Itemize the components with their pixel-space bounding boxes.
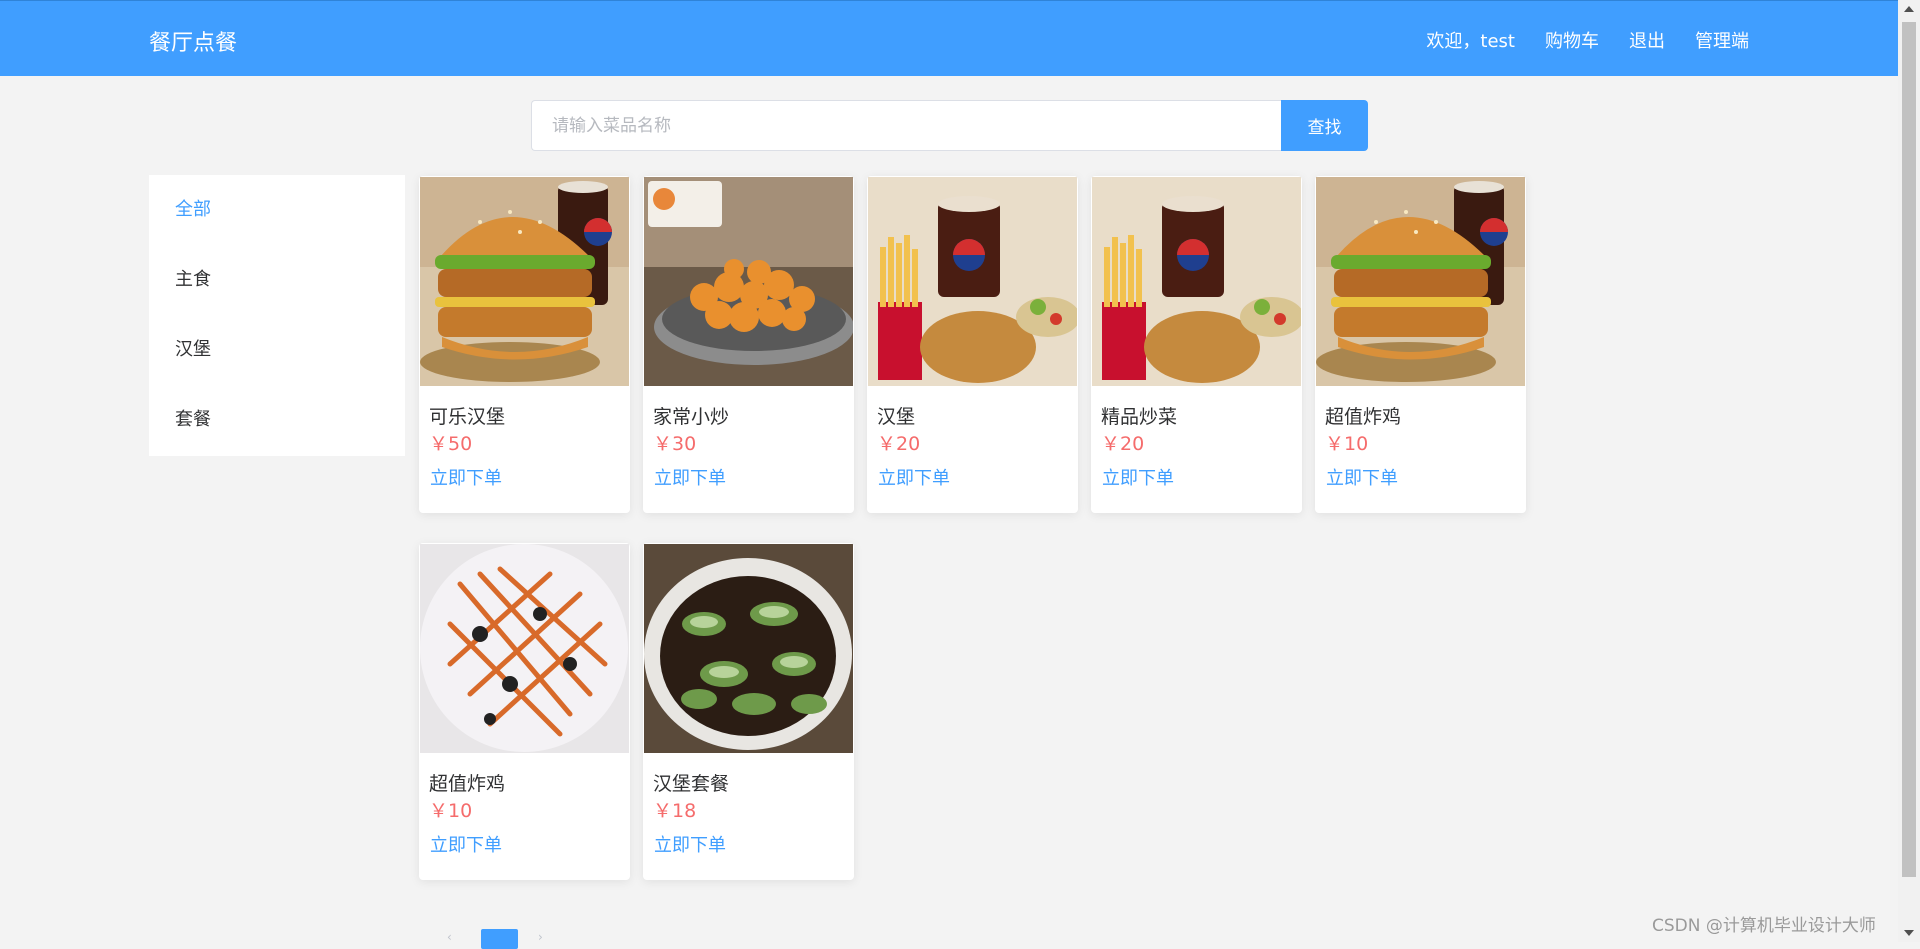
product-image[interactable] <box>868 177 1077 386</box>
search-button[interactable]: 查找 <box>1281 100 1368 151</box>
product-price: ￥20 <box>877 433 921 455</box>
nav-logout[interactable]: 退出 <box>1629 27 1665 53</box>
product-price: ￥10 <box>1325 433 1369 455</box>
brand-title[interactable]: 餐厅点餐 <box>149 25 237 57</box>
order-now-link[interactable]: 立即下单 <box>654 831 726 857</box>
order-now-link[interactable]: 立即下单 <box>878 464 950 490</box>
pagination-page-1[interactable] <box>481 929 518 949</box>
product-card: 超值炸鸡 ￥10 立即下单 <box>419 543 630 880</box>
top-navbar: 餐厅点餐 欢迎，test 购物车 退出 管理端 <box>0 0 1898 76</box>
product-price: ￥10 <box>429 800 473 822</box>
product-image[interactable] <box>420 177 629 386</box>
category-combo[interactable]: 套餐 <box>149 385 405 455</box>
product-price: ￥20 <box>1101 433 1145 455</box>
product-card: 家常小炒 ￥30 立即下单 <box>643 176 854 513</box>
header-nav: 欢迎，test 购物车 退出 管理端 <box>1396 27 1749 53</box>
nav-welcome-user[interactable]: 欢迎，test <box>1426 27 1515 53</box>
product-name: 汉堡套餐 <box>653 773 730 795</box>
product-image[interactable] <box>1092 177 1301 386</box>
product-card: 汉堡套餐 ￥18 立即下单 <box>643 543 854 880</box>
product-card: 超值炸鸡 ￥10 立即下单 <box>1315 176 1526 513</box>
product-card: 可乐汉堡 ￥50 立即下单 <box>419 176 630 513</box>
search-input[interactable] <box>531 100 1281 151</box>
product-name: 家常小炒 <box>653 406 730 428</box>
product-card: 精品炒菜 ￥20 立即下单 <box>1091 176 1302 513</box>
order-now-link[interactable]: 立即下单 <box>430 831 502 857</box>
order-now-link[interactable]: 立即下单 <box>1326 464 1398 490</box>
product-grid: 可乐汉堡 ￥50 立即下单 家常小炒 ￥30 立即下单 汉堡 ￥20 立即下单 … <box>419 176 1749 880</box>
product-name: 超值炸鸡 <box>1325 406 1402 428</box>
product-name: 汉堡 <box>877 406 916 428</box>
scroll-thumb[interactable] <box>1902 22 1916 877</box>
scroll-down-arrow-icon[interactable] <box>1904 930 1914 936</box>
category-sidebar: 全部 主食 汉堡 套餐 <box>149 175 405 456</box>
order-now-link[interactable]: 立即下单 <box>430 464 502 490</box>
product-name: 超值炸鸡 <box>429 773 506 795</box>
category-staple[interactable]: 主食 <box>149 245 405 315</box>
nav-cart[interactable]: 购物车 <box>1545 27 1599 53</box>
product-price: ￥18 <box>653 800 697 822</box>
product-image[interactable] <box>1316 177 1525 386</box>
search-bar: 查找 <box>531 100 1368 151</box>
product-image[interactable] <box>420 544 629 753</box>
nav-admin[interactable]: 管理端 <box>1695 27 1749 53</box>
product-name: 精品炒菜 <box>1101 406 1178 428</box>
product-image[interactable] <box>644 544 853 753</box>
watermark: CSDN @计算机毕业设计大师 <box>1652 916 1876 936</box>
product-card: 汉堡 ￥20 立即下单 <box>867 176 1078 513</box>
product-name: 可乐汉堡 <box>429 406 506 428</box>
scroll-up-arrow-icon[interactable] <box>1904 6 1914 12</box>
product-price: ￥50 <box>429 433 473 455</box>
product-price: ￥30 <box>653 433 697 455</box>
order-now-link[interactable]: 立即下单 <box>1102 464 1174 490</box>
category-all[interactable]: 全部 <box>149 175 405 245</box>
category-burger[interactable]: 汉堡 <box>149 315 405 385</box>
product-image[interactable] <box>644 177 853 386</box>
vertical-scrollbar[interactable] <box>1898 0 1920 942</box>
order-now-link[interactable]: 立即下单 <box>654 464 726 490</box>
